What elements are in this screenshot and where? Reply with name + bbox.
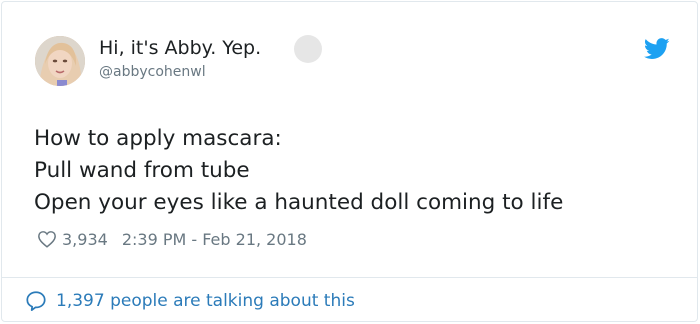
divider bbox=[2, 277, 697, 278]
heart-icon[interactable] bbox=[37, 230, 57, 248]
twitter-bird-icon[interactable] bbox=[644, 38, 670, 60]
tweet-line: Open your eyes like a haunted doll comin… bbox=[34, 190, 564, 215]
avatar[interactable] bbox=[35, 36, 85, 86]
display-name[interactable]: Hi, it's Abby. Yep. bbox=[99, 36, 261, 60]
speech-bubble-icon bbox=[26, 291, 46, 312]
tweet-line: How to apply mascara: bbox=[34, 126, 282, 151]
tweet-line: Pull wand from tube bbox=[34, 158, 250, 183]
tweet-meta: 3,934 2:39 PM - Feb 21, 2018 bbox=[37, 228, 307, 250]
talking-about-link[interactable]: 1,397 people are talking about this bbox=[25, 289, 355, 313]
tweet-timestamp[interactable]: 2:39 PM - Feb 21, 2018 bbox=[122, 230, 307, 249]
like-count[interactable]: 3,934 bbox=[62, 230, 108, 249]
user-handle[interactable]: @abbycohenwl bbox=[99, 63, 206, 81]
placeholder-badge-icon bbox=[294, 35, 322, 63]
tweet-text: How to apply mascara: Pull wand from tub… bbox=[34, 123, 563, 219]
avatar-photo bbox=[35, 36, 85, 86]
tweet-card: Hi, it's Abby. Yep. @abbycohenwl How to … bbox=[1, 1, 698, 322]
talking-about-label[interactable]: 1,397 people are talking about this bbox=[56, 291, 355, 311]
